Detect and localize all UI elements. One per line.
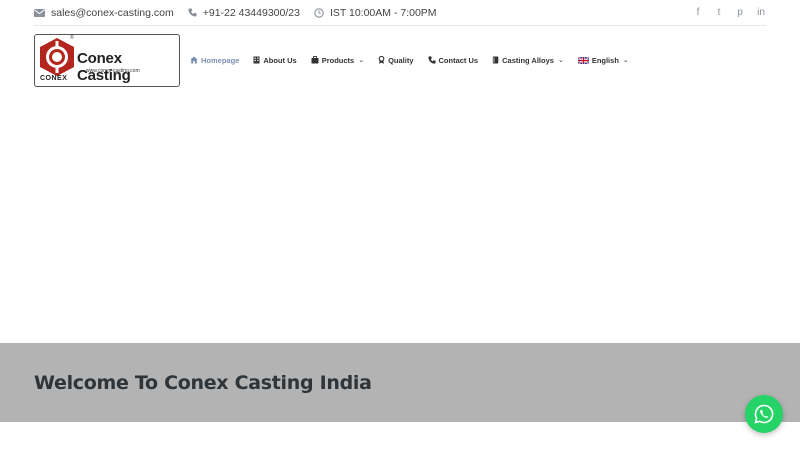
- nav-label-homepage: Homepage: [201, 55, 240, 65]
- nav-item-quality[interactable]: Quality: [378, 55, 414, 65]
- site-header: ® Conex Casting www.conex-casting.com CO…: [34, 33, 766, 87]
- facebook-icon[interactable]: f: [693, 7, 703, 18]
- nav-label-casting-alloys: Casting Alloys: [502, 55, 554, 65]
- phone-icon: [188, 8, 197, 17]
- hours-info: IST 10:00AM - 7:00PM: [314, 7, 437, 19]
- uk-flag-icon: [577, 56, 589, 64]
- social-links: f t p in: [693, 7, 766, 18]
- top-bar: sales@conex-casting.com +91-22 43449300/…: [34, 0, 766, 26]
- nav-item-about-us[interactable]: About Us: [253, 55, 297, 65]
- logo-hexagon-icon: [40, 37, 74, 76]
- chevron-down-icon: ⌄: [358, 57, 365, 64]
- nav-item-casting-alloys[interactable]: Casting Alloys ⌄: [492, 56, 564, 65]
- logo-brand-name: Conex Casting: [77, 49, 131, 84]
- nav-item-contact-us[interactable]: Contact Us: [427, 55, 479, 65]
- welcome-title: Welcome To Conex Casting India: [34, 372, 372, 394]
- nav-label-quality: Quality: [388, 55, 414, 65]
- home-icon: [190, 56, 198, 64]
- products-icon: [311, 56, 319, 64]
- email-info[interactable]: sales@conex-casting.com: [34, 7, 174, 19]
- nav-label-contact-us: Contact Us: [438, 55, 479, 65]
- nav-item-homepage[interactable]: Homepage: [190, 56, 239, 65]
- envelope-icon: [34, 8, 45, 17]
- nav-label-about-us: About Us: [263, 55, 297, 65]
- logo-mark-text: CONEX: [40, 74, 68, 82]
- twitter-icon[interactable]: t: [714, 7, 724, 18]
- site-logo[interactable]: ® Conex Casting www.conex-casting.com CO…: [34, 33, 180, 87]
- award-icon: [378, 56, 385, 64]
- phone-icon: [427, 56, 436, 64]
- chevron-down-icon: ⌄: [557, 57, 564, 64]
- hours-text: IST 10:00AM - 7:00PM: [329, 6, 437, 19]
- phone-text[interactable]: +91-22 43449300/23: [203, 7, 300, 19]
- logo-url: www.conex-casting.com: [86, 67, 140, 74]
- hero-area: [0, 95, 800, 343]
- clock-icon: [314, 7, 324, 18]
- nav-label-products: Products: [321, 55, 355, 65]
- chevron-down-icon: ⌄: [622, 57, 629, 64]
- main-nav: Homepage About Us Products ⌄ Quality Con…: [190, 33, 643, 87]
- book-icon: [492, 56, 499, 64]
- pinterest-icon[interactable]: p: [735, 7, 745, 18]
- whatsapp-chat-button[interactable]: [745, 395, 783, 433]
- linkedin-icon[interactable]: in: [756, 7, 766, 18]
- phone-info[interactable]: +91-22 43449300/23: [188, 7, 300, 19]
- welcome-banner: Welcome To Conex Casting India: [0, 343, 800, 422]
- registered-mark: ®: [70, 34, 74, 41]
- nav-item-language[interactable]: English ⌄: [577, 55, 629, 65]
- whatsapp-icon: [754, 404, 774, 424]
- email-text[interactable]: sales@conex-casting.com: [51, 7, 174, 19]
- nav-label-language: English: [591, 55, 619, 65]
- building-icon: [253, 56, 260, 64]
- nav-item-products[interactable]: Products ⌄: [311, 56, 364, 65]
